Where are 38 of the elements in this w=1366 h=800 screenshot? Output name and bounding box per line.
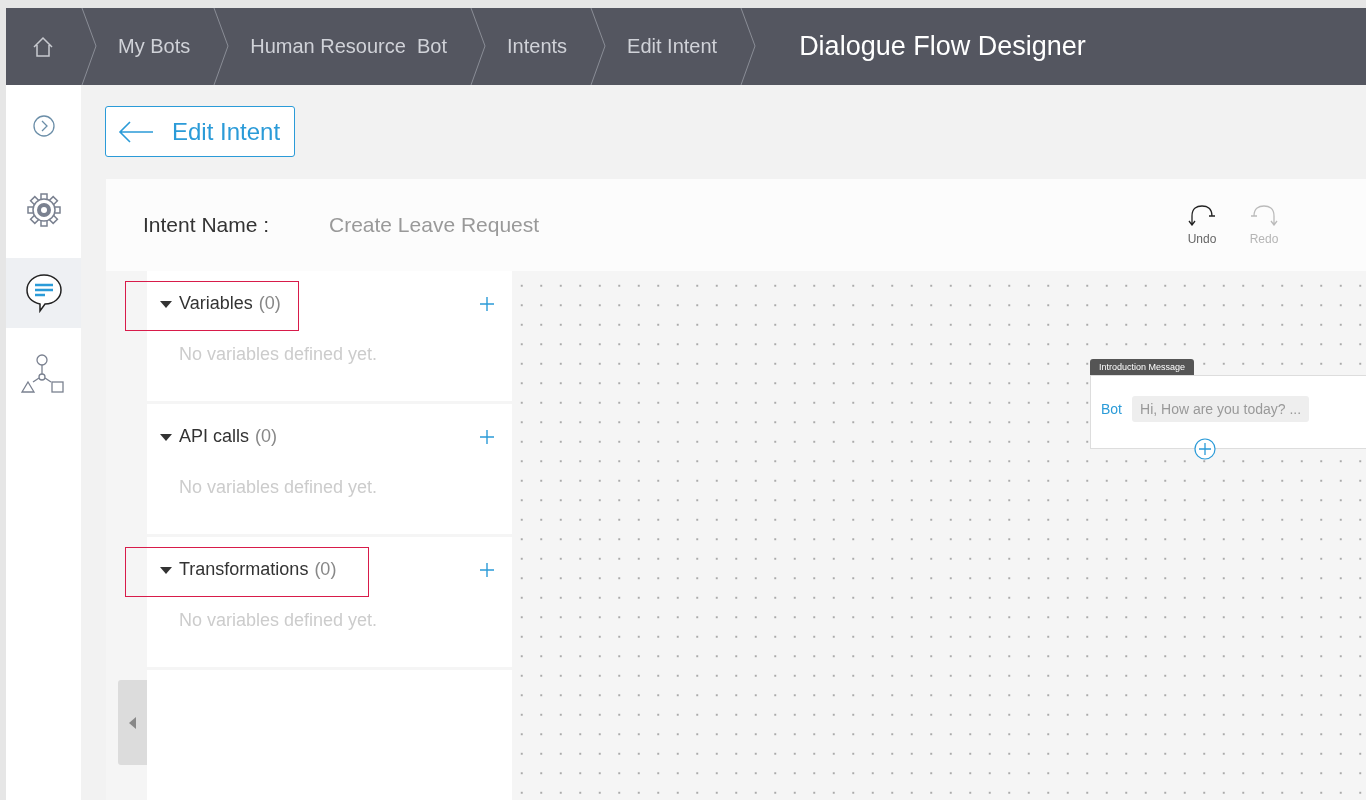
chat-bubble-icon [24,272,63,314]
arrow-left-icon [118,120,154,143]
section-header[interactable]: Transformations (0) [159,559,337,580]
section-header[interactable]: API calls (0) [159,426,278,447]
plus-circle-icon [1194,438,1216,460]
undo-icon [1187,204,1217,226]
breadcrumb-link[interactable]: Edit Intent [609,35,740,58]
add-node-button[interactable] [1194,438,1216,460]
intent-name-value: Create Leave Request [329,213,541,237]
message-bubble: Hi, How are you today? ... [1132,396,1310,422]
intent-name-label: Intent Name : [143,213,271,237]
speaker-label: Bot [1101,401,1122,417]
add-button[interactable] [479,295,495,312]
sidebar-item[interactable] [6,258,81,328]
back-button[interactable]: Edit Intent [105,106,296,157]
plus-icon [479,295,495,312]
caret-down-icon [159,298,173,309]
message-node[interactable]: Bot Hi, How are you today? ... [1090,375,1366,449]
redo-icon [1249,204,1279,226]
diagram-icon [20,354,67,394]
breadcrumb-link[interactable]: Intents [489,35,590,58]
breadcrumb-link[interactable]: Human Resource Bot [232,35,469,58]
plus-icon [479,561,495,578]
caret-down-icon [159,431,173,442]
page-title: Dialogue Flow Designer [798,31,1087,62]
add-button[interactable] [479,428,495,445]
node-title: Introduction Message [1090,359,1195,375]
caret-down-icon [159,564,173,575]
undo-button[interactable]: Undo [1187,204,1217,246]
home-icon [31,34,55,59]
breadcrumb-link[interactable]: My Bots [100,35,213,58]
chevron-circle-icon [31,114,56,138]
caret-left-icon [128,716,137,729]
collapse-handle[interactable] [118,680,147,765]
plus-icon [479,428,495,445]
section-header[interactable]: Variables (0) [159,293,281,314]
settings-icon [25,192,62,228]
add-button[interactable] [479,561,495,578]
